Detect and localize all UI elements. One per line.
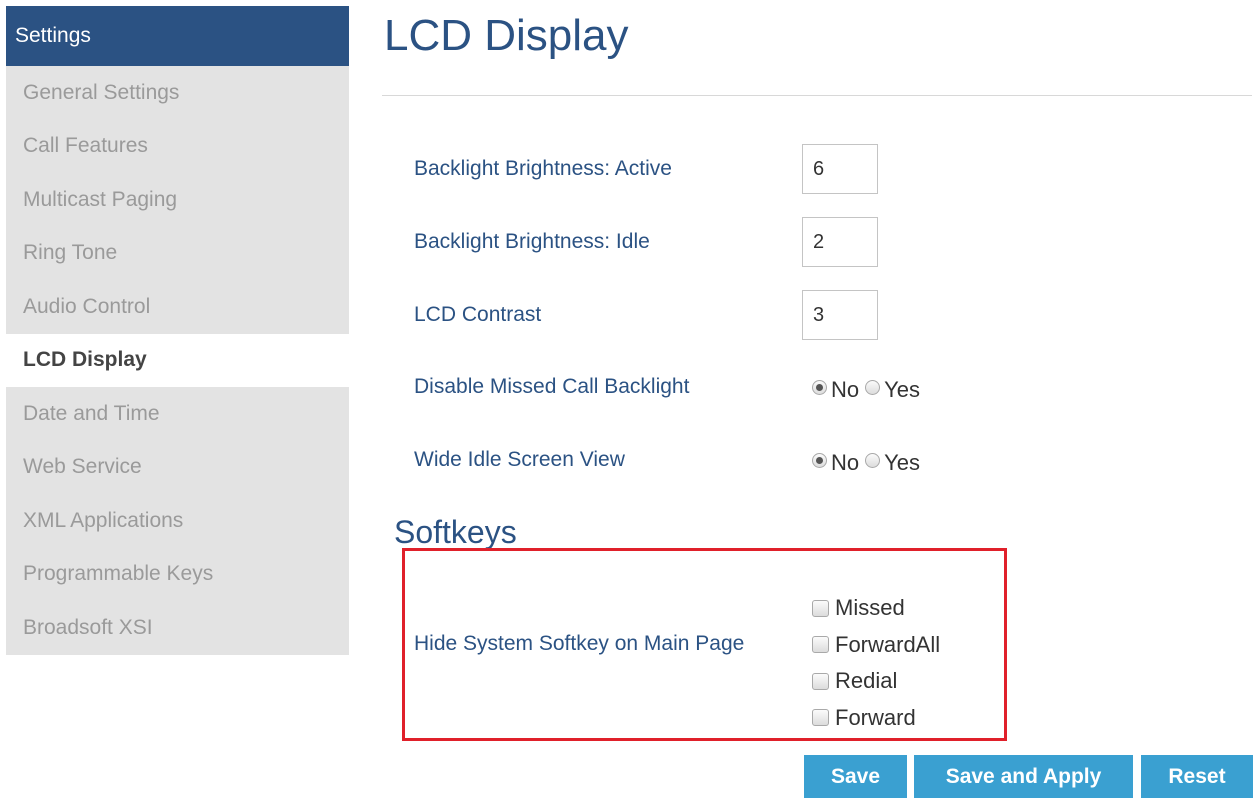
radio-option-label: No [831, 377, 860, 402]
lcd-contrast-input[interactable] [802, 290, 878, 340]
backlight-active-input[interactable] [802, 144, 878, 194]
missed-checkbox[interactable] [812, 599, 829, 617]
checkbox-label: Forward [835, 704, 916, 730]
settings-sidebar: Settings General Settings Call Features … [6, 6, 349, 655]
title-divider [382, 95, 1252, 96]
disable-missed-call-backlight-label: Disable Missed Call Backlight [414, 375, 690, 398]
radio-option-label: No [831, 450, 860, 475]
radio-option-label: Yes [884, 450, 921, 475]
backlight-active-label: Backlight Brightness: Active [414, 157, 672, 180]
radio-option-label: Yes [884, 377, 921, 402]
hide-system-softkey-label: Hide System Softkey on Main Page [414, 632, 745, 655]
redial-checkbox[interactable] [812, 672, 829, 690]
backlight-idle-label: Backlight Brightness: Idle [414, 230, 650, 253]
page-title: LCD Display [384, 11, 629, 60]
forward-checkbox[interactable] [812, 709, 829, 727]
softkey-option-missed: Missed [812, 590, 940, 627]
sidebar-item-date-and-time[interactable]: Date and Time [6, 387, 349, 441]
sidebar-item-general-settings[interactable]: General Settings [6, 66, 349, 120]
missed-call-backlight-yes-radio[interactable] [865, 379, 881, 395]
sidebar-item-multicast-paging[interactable]: Multicast Paging [6, 173, 349, 227]
softkey-option-forward: Forward [812, 700, 940, 737]
save-button[interactable]: Save [804, 755, 907, 798]
sidebar-item-audio-control[interactable]: Audio Control [6, 280, 349, 334]
wide-idle-screen-view-radio-group: No Yes [812, 447, 926, 475]
sidebar-item-broadsoft-xsi[interactable]: Broadsoft XSI [6, 601, 349, 655]
sidebar-item-ring-tone[interactable]: Ring Tone [6, 227, 349, 281]
backlight-idle-input[interactable] [802, 217, 878, 267]
softkeys-section-title: Softkeys [394, 514, 517, 550]
wide-idle-screen-yes-radio[interactable] [865, 452, 881, 468]
sidebar-item-web-service[interactable]: Web Service [6, 441, 349, 495]
reset-button[interactable]: Reset [1141, 755, 1253, 798]
sidebar-item-xml-applications[interactable]: XML Applications [6, 494, 349, 548]
softkey-checkbox-list: Missed ForwardAll Redial Forward [812, 590, 940, 736]
softkey-option-redial: Redial [812, 663, 940, 700]
sidebar-item-call-features[interactable]: Call Features [6, 120, 349, 174]
wide-idle-screen-view-label: Wide Idle Screen View [414, 448, 625, 471]
disable-missed-call-backlight-radio-group: No Yes [812, 374, 926, 402]
missed-call-backlight-no-radio[interactable] [812, 379, 827, 395]
forwardall-checkbox[interactable] [812, 636, 829, 654]
softkey-option-forwardall: ForwardAll [812, 627, 940, 664]
save-and-apply-button[interactable]: Save and Apply [914, 755, 1133, 798]
wide-idle-screen-no-radio[interactable] [812, 452, 827, 468]
sidebar-item-lcd-display[interactable]: LCD Display [6, 333, 349, 387]
sidebar-menu: General Settings Call Features Multicast… [6, 66, 349, 655]
sidebar-item-programmable-keys[interactable]: Programmable Keys [6, 548, 349, 602]
lcd-contrast-label: LCD Contrast [414, 303, 542, 326]
sidebar-header: Settings [6, 6, 349, 66]
checkbox-label: ForwardAll [835, 631, 941, 657]
checkbox-label: Redial [835, 668, 898, 694]
checkbox-label: Missed [835, 595, 905, 621]
